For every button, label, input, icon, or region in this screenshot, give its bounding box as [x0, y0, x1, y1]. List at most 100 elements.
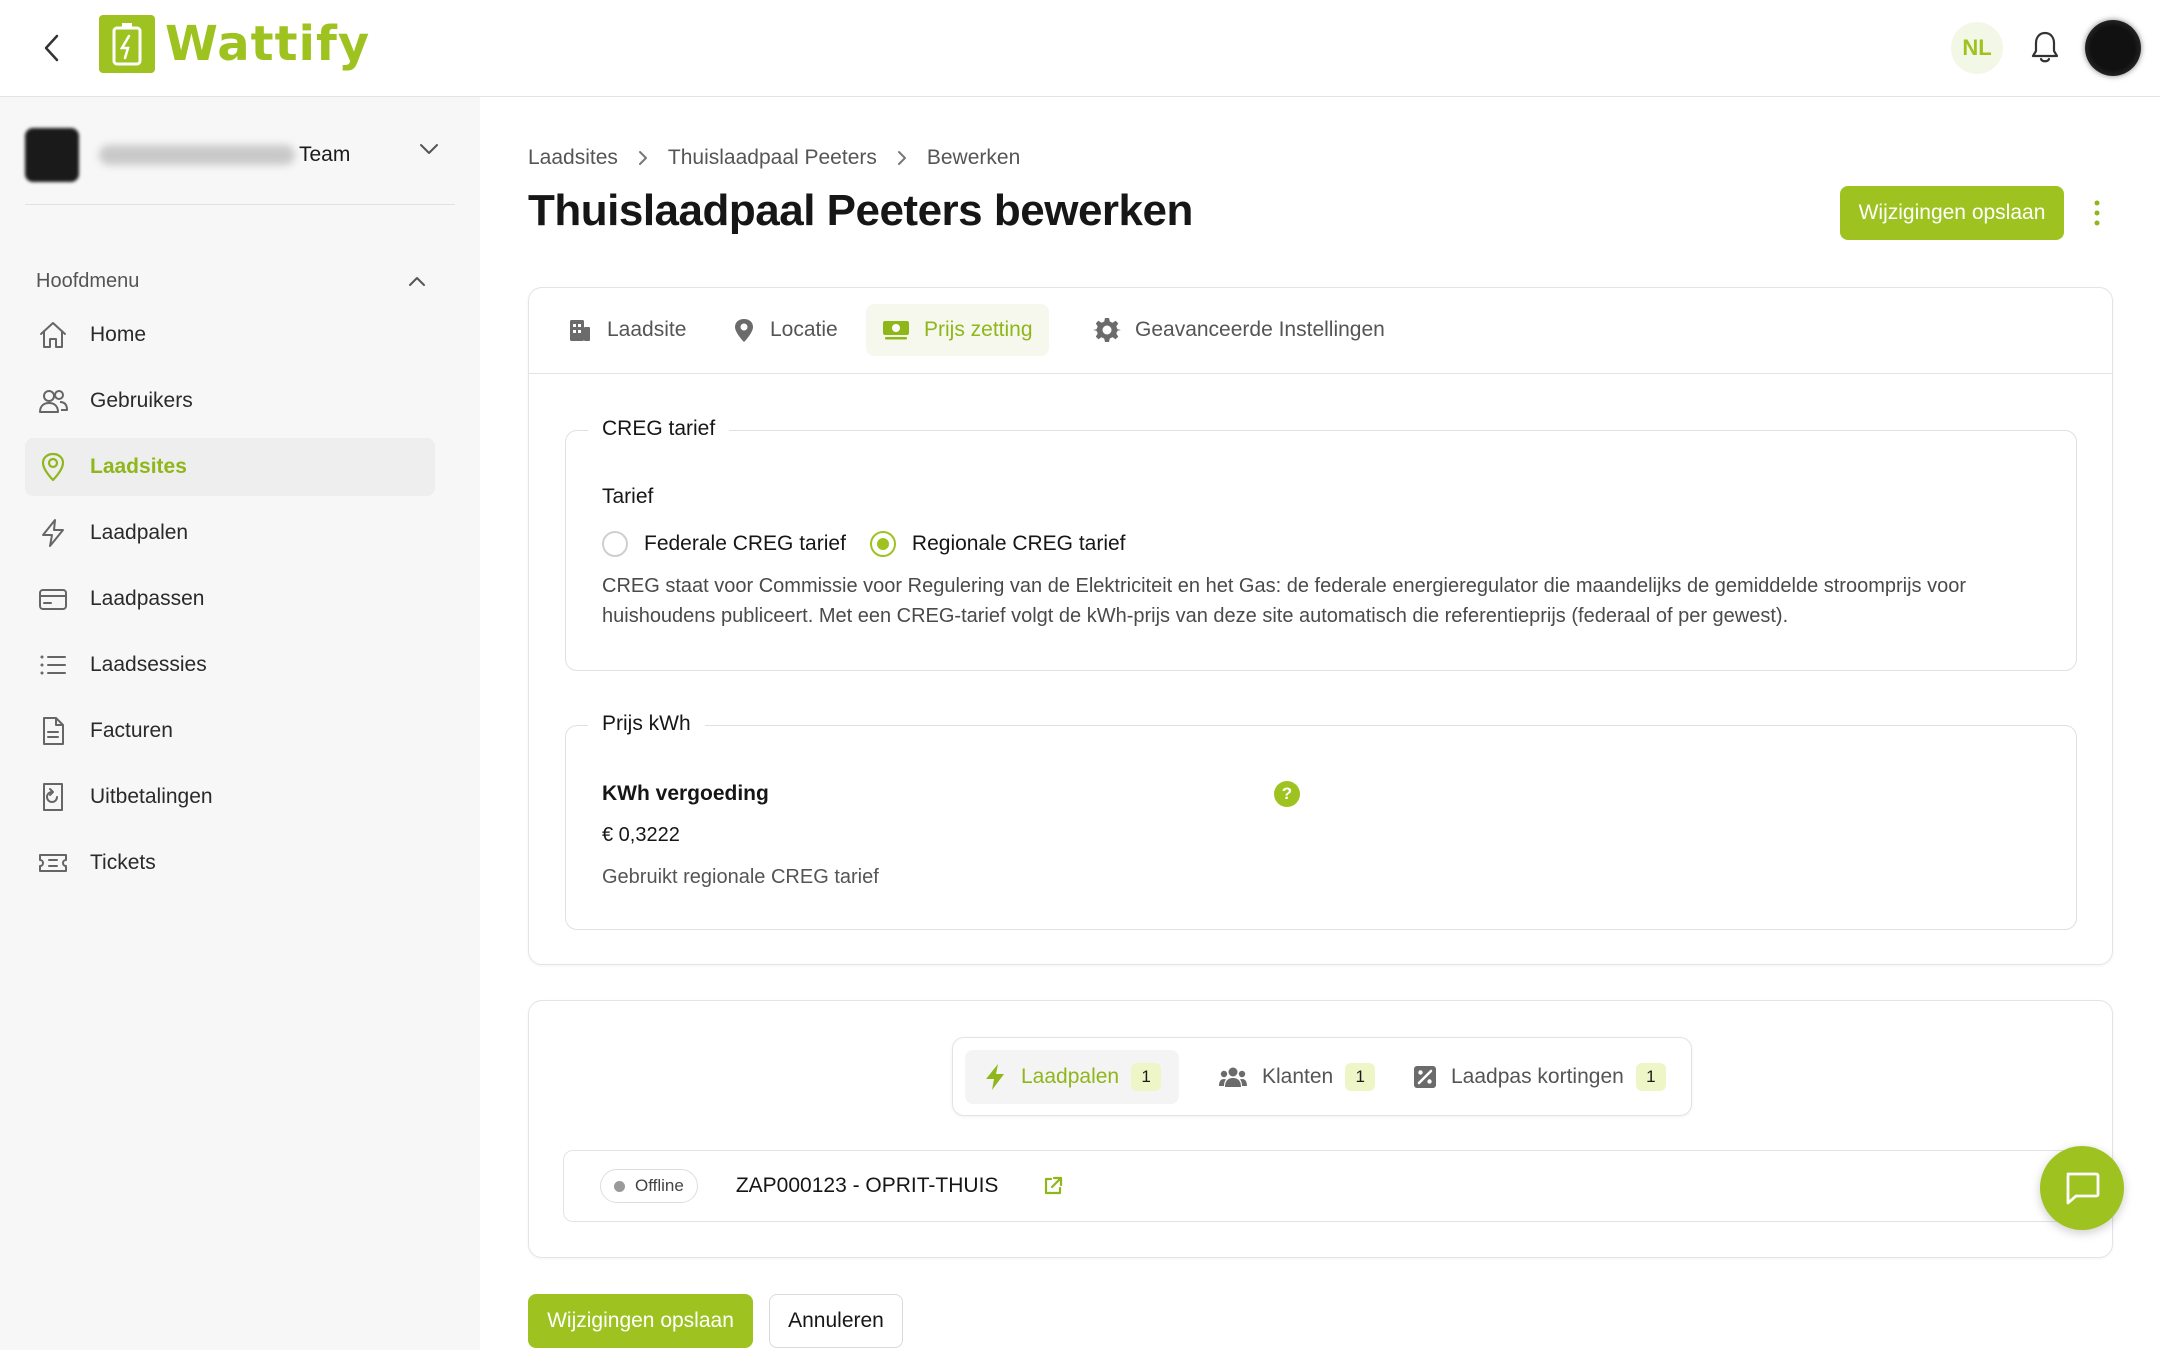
- money-icon: [883, 321, 909, 340]
- battery-logo-icon: [99, 15, 155, 73]
- kebab-menu-icon: [2094, 200, 2100, 226]
- kwh-compensation-label: KWh vergoeding: [602, 782, 769, 805]
- sidebar-item-home[interactable]: Home: [25, 306, 435, 364]
- language-switch-button[interactable]: NL: [1951, 22, 2003, 74]
- breadcrumb: Laadsites Thuislaadpaal Peeters Bewerken: [528, 146, 1020, 170]
- pricing-card: Laadsite Locatie Prijs zetting Geavancee…: [528, 287, 2113, 965]
- breadcrumb-laadsites[interactable]: Laadsites: [528, 146, 618, 170]
- sidebar-item-label: Laadsites: [90, 455, 187, 478]
- count-badge: 1: [1131, 1063, 1162, 1091]
- external-link-icon: [1045, 1176, 1063, 1195]
- top-bar: Wattify NL: [0, 0, 2160, 97]
- charger-name: ZAP000123 - OPRIT-THUIS: [735, 1174, 999, 1197]
- user-avatar[interactable]: [2085, 20, 2141, 76]
- sidebar-item-label: Laadpalen: [90, 521, 189, 544]
- team-logo: [25, 128, 79, 182]
- back-button[interactable]: [36, 30, 66, 66]
- chat-bubble-icon: [2066, 1172, 2100, 1205]
- kwh-note: Gebruikt regionale CREG tarief: [602, 866, 879, 888]
- status-dot: [614, 1180, 625, 1192]
- ticket-icon: [37, 847, 69, 879]
- payout-icon: [37, 781, 69, 813]
- page-title: Thuislaadpaal Peeters bewerken: [528, 186, 1193, 235]
- discount-icon: [1414, 1066, 1436, 1088]
- radio-regionale-label[interactable]: Regionale CREG tarief: [912, 532, 1126, 556]
- related-items-card: Laadpalen 1 Klanten 1 Laadpas kortingen …: [528, 1000, 2113, 1258]
- list-icon: [37, 649, 69, 681]
- notification-button[interactable]: [2030, 30, 2060, 64]
- kwh-legend: Prijs kWh: [588, 712, 705, 736]
- tab-locatie[interactable]: Locatie: [716, 304, 854, 356]
- users-icon: [1219, 1067, 1247, 1087]
- sidebar-item-label: Gebruikers: [90, 389, 193, 412]
- sidebar-item-label: Tickets: [90, 851, 156, 874]
- gear-icon: [1093, 318, 1121, 342]
- count-badge: 1: [1345, 1063, 1376, 1091]
- tab-label: Laadsite: [607, 318, 687, 341]
- chevron-right-icon: [897, 151, 906, 165]
- sidebar-item-gebruikers[interactable]: Gebruikers: [25, 372, 435, 430]
- location-pin-icon: [735, 319, 753, 342]
- count-badge: 1: [1635, 1063, 1666, 1091]
- team-name-suffix: Team: [299, 143, 351, 166]
- more-options-button[interactable]: [2090, 196, 2104, 230]
- chevron-left-icon: [44, 34, 59, 62]
- subtab-laadpalen[interactable]: Laadpalen 1: [965, 1050, 1180, 1104]
- team-switcher[interactable]: Team: [25, 125, 455, 185]
- related-tabs: Laadpalen 1 Klanten 1 Laadpas kortingen …: [952, 1037, 1692, 1116]
- sidebar-item-tickets[interactable]: Tickets: [25, 834, 435, 892]
- charger-row[interactable]: Offline ZAP000123 - OPRIT-THUIS: [563, 1150, 2078, 1222]
- main-menu: Home Gebruikers Laadsites Laadpalen Laad…: [25, 306, 435, 900]
- tab-laadsite[interactable]: Laadsite: [551, 304, 702, 356]
- sidebar-item-label: Laadsessies: [90, 653, 207, 676]
- card-icon: [37, 583, 69, 615]
- breadcrumb-site[interactable]: Thuislaadpaal Peeters: [668, 146, 877, 170]
- radio-federale-label[interactable]: Federale CREG tarief: [644, 532, 846, 556]
- subtab-laadpas-kortingen[interactable]: Laadpas kortingen 1: [1395, 1050, 1684, 1104]
- sidebar-item-label: Facturen: [90, 719, 173, 742]
- chevron-up-icon: [409, 277, 425, 286]
- bell-icon: [2031, 31, 2059, 63]
- radio-federale[interactable]: [602, 531, 628, 557]
- kwh-value: € 0,3222: [602, 824, 680, 846]
- sidebar-item-label: Home: [90, 323, 147, 346]
- tariff-radio-group: Federale CREG tarief Regionale CREG tari…: [602, 531, 1126, 557]
- document-icon: [37, 715, 69, 747]
- tab-label: Geavanceerde Instellingen: [1135, 318, 1385, 341]
- settings-tabs: Laadsite Locatie Prijs zetting Geavancee…: [529, 288, 2112, 374]
- sidebar-divider: [25, 204, 455, 205]
- open-charger-link[interactable]: [1042, 1175, 1064, 1197]
- status-text: Offline: [635, 1176, 684, 1195]
- sidebar-item-uitbetalingen[interactable]: Uitbetalingen: [25, 768, 435, 826]
- subtab-label: Laadpalen: [1021, 1065, 1120, 1088]
- tab-label: Prijs zetting: [924, 318, 1033, 341]
- sidebar-item-laadsessies[interactable]: Laadsessies: [25, 636, 435, 694]
- building-icon: [570, 320, 590, 341]
- team-name-redacted: [99, 145, 295, 165]
- creg-tariff-section: CREG tarief Tarief Federale CREG tarief …: [565, 417, 2077, 671]
- logo-text: Wattify: [165, 16, 371, 72]
- save-button-top[interactable]: Wijzigingen opslaan: [1840, 186, 2064, 240]
- main-menu-toggle[interactable]: Hoofdmenu: [36, 270, 426, 293]
- radio-regionale[interactable]: [869, 531, 896, 557]
- subtab-klanten[interactable]: Klanten 1: [1200, 1050, 1393, 1104]
- wattify-logo[interactable]: Wattify: [99, 15, 370, 73]
- save-button-bottom[interactable]: Wijzigingen opslaan: [528, 1294, 753, 1348]
- lightning-icon: [37, 517, 69, 549]
- chevron-down-icon: [420, 144, 438, 154]
- status-badge: Offline: [600, 1169, 698, 1203]
- sidebar-item-laadpalen[interactable]: Laadpalen: [25, 504, 435, 562]
- chat-button[interactable]: [2040, 1146, 2124, 1230]
- location-pin-icon: [37, 451, 69, 483]
- help-icon[interactable]: ?: [1274, 781, 1300, 807]
- creg-description: CREG staat voor Commissie voor Regulerin…: [602, 575, 1967, 627]
- cancel-button[interactable]: Annuleren: [769, 1294, 903, 1348]
- sidebar-item-laadpassen[interactable]: Laadpassen: [25, 570, 435, 628]
- tab-geavanceerde-instellingen[interactable]: Geavanceerde Instellingen: [1077, 304, 1401, 356]
- chevron-right-icon: [638, 151, 647, 165]
- tab-prijs-zetting[interactable]: Prijs zetting: [866, 304, 1049, 356]
- sidebar-item-facturen[interactable]: Facturen: [25, 702, 435, 760]
- tab-label: Locatie: [770, 318, 838, 341]
- main-menu-title: Hoofdmenu: [36, 270, 140, 292]
- sidebar-item-laadsites[interactable]: Laadsites: [25, 438, 435, 496]
